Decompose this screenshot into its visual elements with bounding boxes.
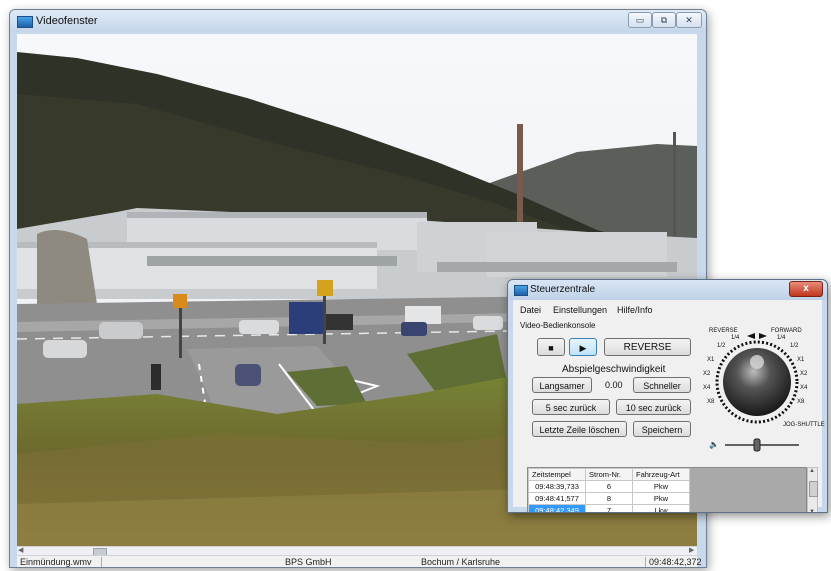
back-10-seconds-button[interactable]: 10 sec zurück [616, 399, 691, 415]
status-location: Bochum / Karlsruhe [421, 557, 501, 567]
menu-item-hilfe[interactable]: Hilfe/Info [617, 305, 653, 315]
maximize-button[interactable]: ⧉ [652, 12, 676, 28]
control-window: Steuerzentrale x Datei Einstellungen Hil… [507, 279, 828, 513]
close-button[interactable]: ✕ [676, 12, 702, 28]
jog-caption: JOG-SHUTTLE [783, 422, 825, 428]
speed-value: 0.00 [605, 380, 623, 390]
save-button[interactable]: Speichern [633, 421, 691, 437]
table-cell[interactable]: 09:48:39,733 [528, 480, 586, 493]
vehicle-log-table: Zeitstempel Strom-Nr. Fahrzeug-Art 09:48… [527, 467, 807, 512]
reverse-button[interactable]: REVERSE [604, 338, 691, 356]
play-button[interactable]: ▶ [569, 338, 597, 356]
jog-shuttle[interactable]: REVERSE FORWARD 1/4 1/2 X1 X2 X4 X8 1/4 … [699, 324, 825, 464]
speed-label: Abspielgeschwindigkeit [562, 364, 666, 375]
scroll-right-icon[interactable]: ▶ [689, 546, 694, 554]
group-label: Video-Bedienkonsole [520, 321, 596, 330]
status-divider [645, 557, 646, 567]
app-icon [514, 285, 528, 296]
control-window-titlebar[interactable]: Steuerzentrale x [508, 280, 827, 300]
table-vertical-scrollbar[interactable]: ▲ ▼ [807, 467, 818, 512]
column-header[interactable]: Strom-Nr. [585, 468, 633, 481]
control-window-client: Datei Einstellungen Hilfe/Info Video-Bed… [513, 300, 825, 512]
scroll-left-icon[interactable]: ◀ [18, 546, 23, 554]
table-cell[interactable]: Lkw [632, 504, 690, 512]
table-row[interactable]: 09:48:41,577 8 Pkw [528, 492, 690, 505]
table-cell[interactable]: Pkw [632, 492, 690, 505]
table-cell[interactable]: 09:48:42,349 [528, 504, 586, 512]
status-company: BPS GmbH [285, 557, 332, 567]
control-window-title: Steuerzentrale [530, 284, 596, 295]
app-icon [17, 16, 33, 28]
stop-button[interactable]: ■ [537, 338, 565, 356]
table-cell[interactable]: 7 [585, 504, 633, 512]
slower-button[interactable]: Langsamer [532, 377, 592, 393]
scrollbar-thumb[interactable] [809, 481, 818, 497]
table-cell[interactable]: Pkw [632, 480, 690, 493]
status-bar: Einmündung.wmv BPS GmbH Bochum / Karlsru… [17, 555, 702, 567]
menu-item-einstellungen[interactable]: Einstellungen [553, 305, 607, 315]
status-divider [101, 557, 102, 567]
back-5-seconds-button[interactable]: 5 sec zurück [532, 399, 610, 415]
video-window-title: Videofenster [36, 15, 98, 27]
video-window-titlebar[interactable]: Videofenster ▭ ⧉ ✕ [10, 10, 706, 32]
status-file: Einmündung.wmv [20, 557, 92, 567]
scroll-up-icon[interactable]: ▲ [809, 468, 815, 474]
scroll-down-icon[interactable]: ▼ [809, 509, 815, 512]
close-button[interactable]: x [789, 281, 823, 297]
column-header[interactable]: Zeitstempel [528, 468, 586, 481]
table-cell[interactable]: 8 [585, 492, 633, 505]
delete-last-row-button[interactable]: Letzte Zeile löschen [532, 421, 627, 437]
faster-button[interactable]: Schneller [633, 377, 691, 393]
table-cell[interactable]: 09:48:41,577 [528, 492, 586, 505]
table-cell[interactable]: 6 [585, 480, 633, 493]
minimize-button[interactable]: ▭ [628, 12, 652, 28]
menu-item-datei[interactable]: Datei [520, 305, 541, 315]
table-row[interactable]: 09:48:39,733 6 Pkw [528, 480, 690, 493]
horizontal-scrollbar[interactable]: ◀ ▶ [17, 546, 697, 556]
table-row-selected[interactable]: 09:48:42,349 7 Lkw [528, 504, 690, 512]
status-time: 09:48:42,372 [649, 557, 702, 567]
volume-icon[interactable]: 🔈 [709, 440, 719, 449]
table-header-row: Zeitstempel Strom-Nr. Fahrzeug-Art [528, 468, 690, 481]
column-header[interactable]: Fahrzeug-Art [632, 468, 690, 481]
